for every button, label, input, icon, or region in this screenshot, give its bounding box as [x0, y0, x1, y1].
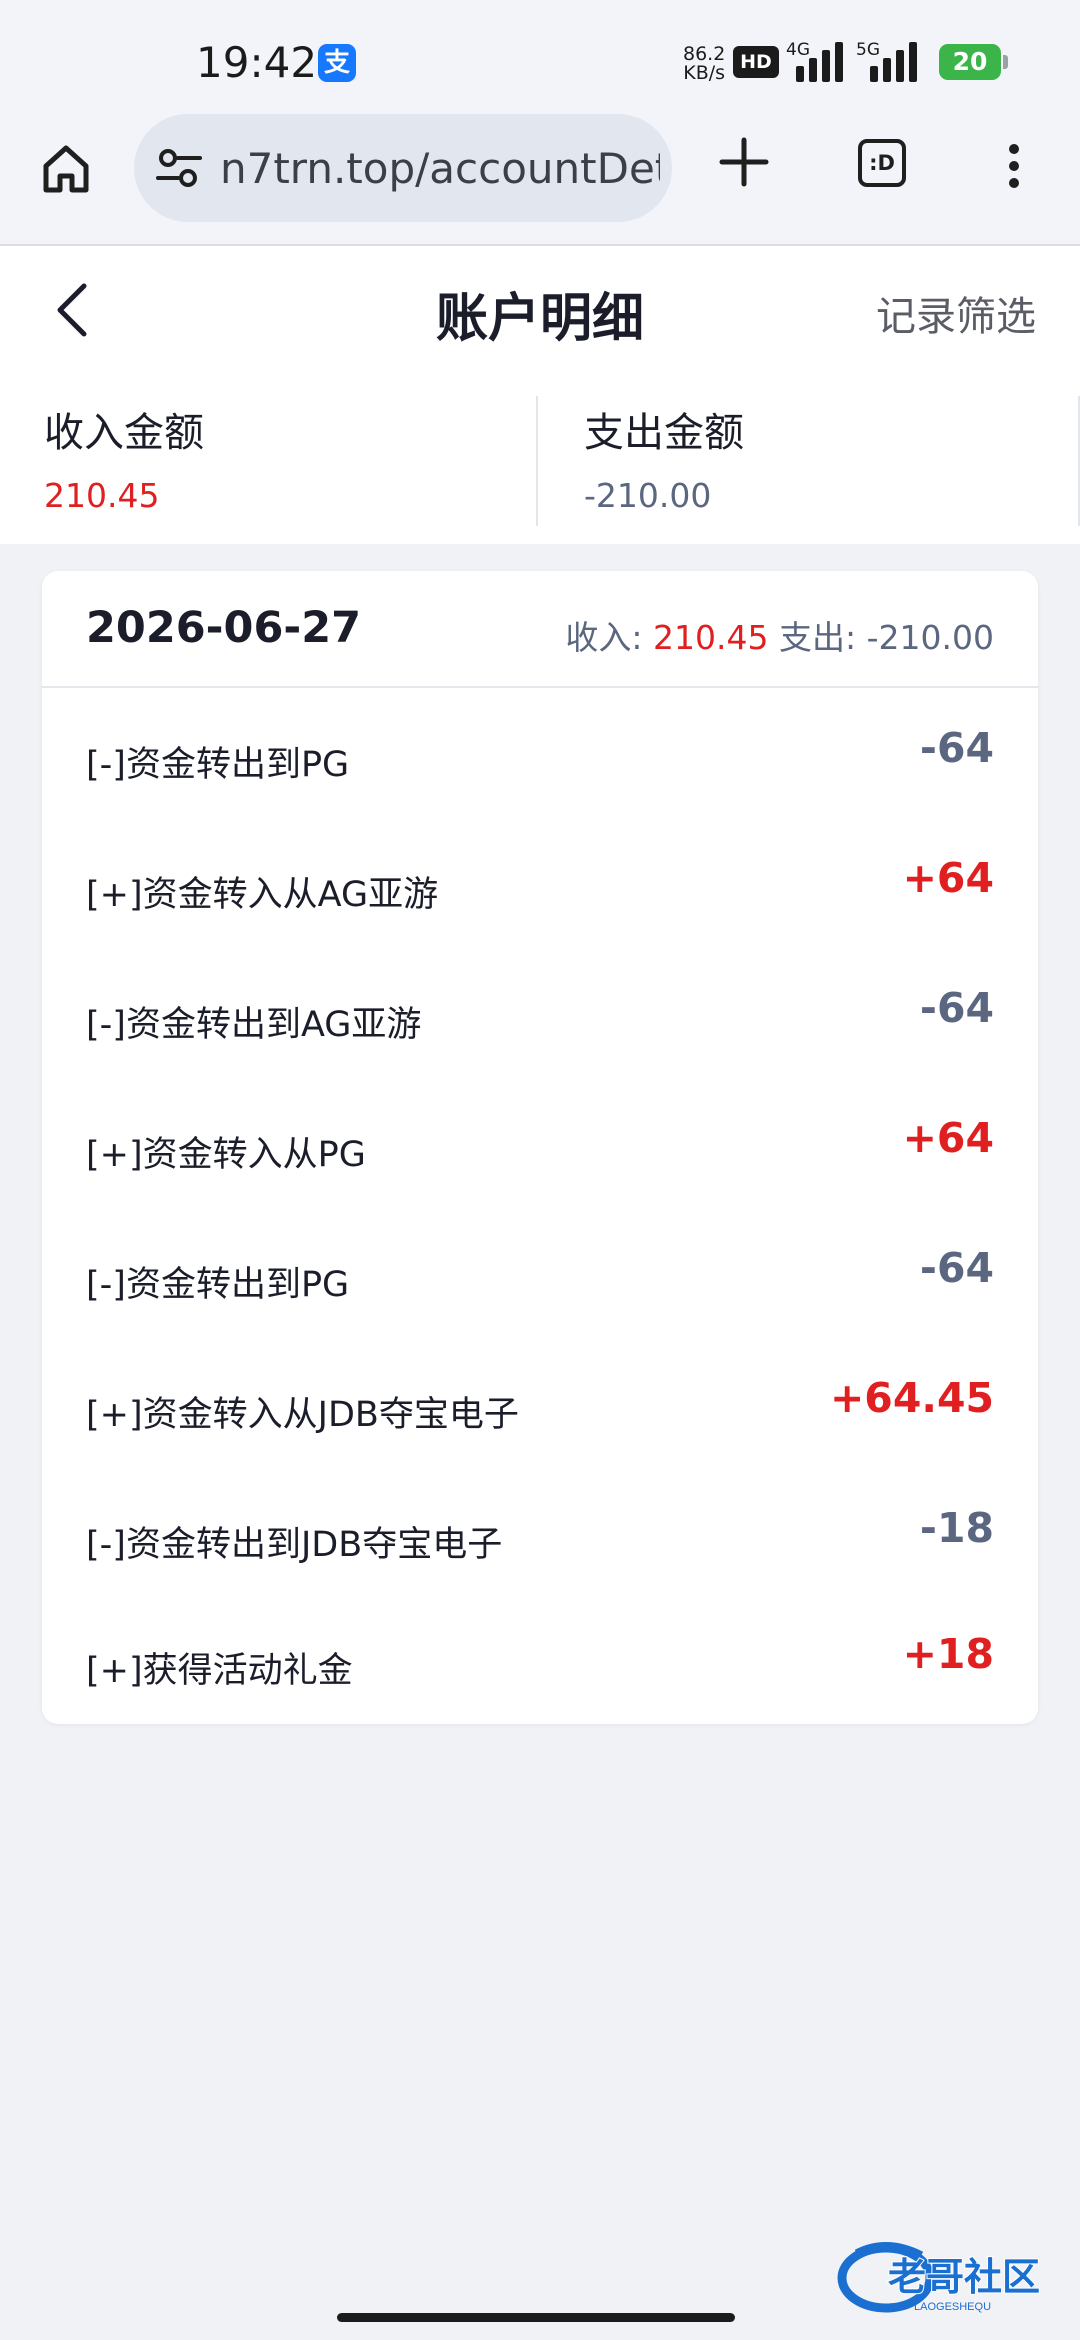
- day-expense-value: -210.00: [866, 618, 994, 657]
- expense-value: -210.00: [584, 476, 712, 515]
- income-summary: 收入金额 210.45: [0, 396, 538, 526]
- transaction-row[interactable]: [-]资金转出到AG亚游 -64: [42, 948, 1038, 1078]
- transaction-row[interactable]: [+]资金转入从AG亚游 +64: [42, 818, 1038, 948]
- transaction-row[interactable]: [+]资金转入从PG +64: [42, 1078, 1038, 1208]
- transaction-label: [+]资金转入从AG亚游: [86, 875, 439, 915]
- filter-records-button[interactable]: 记录筛选: [876, 284, 1036, 342]
- day-expense-prefix: 支出:: [778, 618, 857, 657]
- transaction-label: [+]获得活动礼金: [86, 1651, 353, 1691]
- watermark-logo: 老哥社区 LAOGESHEQU: [837, 2241, 1041, 2313]
- transaction-label: [+]资金转入从JDB夺宝电子: [86, 1395, 519, 1435]
- income-label: 收入金额: [44, 410, 204, 456]
- tab-switcher-button[interactable]: :D: [858, 139, 906, 187]
- transaction-amount: +64: [902, 854, 994, 902]
- transaction-label: [-]资金转出到JDB夺宝电子: [86, 1525, 503, 1565]
- more-menu-icon[interactable]: [1002, 142, 1026, 190]
- site-settings-icon[interactable]: [156, 146, 202, 190]
- card-header: 2026-06-27 收入: 210.45 支出: -210.00: [42, 571, 1038, 688]
- transaction-date: 2026-06-27: [86, 603, 362, 653]
- watermark-text: 老哥社区: [888, 2257, 1040, 2299]
- status-bar: 19:42 支 86.2 KB/s HD 4G 5G 20: [0, 0, 1080, 112]
- url-text[interactable]: n7trn.top/accountDetail: [220, 144, 660, 193]
- transaction-amount: -64: [919, 724, 994, 772]
- transaction-amount: +64: [902, 1114, 994, 1162]
- transaction-label: [+]资金转入从PG: [86, 1135, 366, 1175]
- gesture-navigation-bar[interactable]: [337, 2313, 735, 2322]
- transactions-card: 2026-06-27 收入: 210.45 支出: -210.00 [-]资金转…: [42, 571, 1038, 1724]
- transaction-amount: +64.45: [829, 1374, 994, 1422]
- page-header: 账户明细 记录筛选: [0, 246, 1080, 376]
- battery-tip: [1003, 55, 1008, 69]
- transaction-label: [-]资金转出到AG亚游: [86, 1005, 422, 1045]
- transaction-row[interactable]: [+]资金转入从JDB夺宝电子 +64.45: [42, 1338, 1038, 1468]
- status-time: 19:42: [196, 38, 318, 87]
- expense-summary: 支出金额 -210.00: [540, 396, 1080, 526]
- transaction-row[interactable]: [-]资金转出到PG -64: [42, 1208, 1038, 1338]
- watermark-subtext: LAOGESHEQU: [914, 2301, 991, 2313]
- network-speed-unit: KB/s: [683, 62, 726, 84]
- signal-5g-icon: [870, 42, 928, 82]
- battery-icon: 20: [939, 44, 1001, 80]
- transaction-row[interactable]: [+]获得活动礼金 +18: [42, 1594, 1038, 1724]
- expense-label: 支出金额: [584, 410, 744, 456]
- hd-voice-icon: HD: [733, 46, 779, 78]
- home-icon[interactable]: [36, 138, 96, 198]
- income-value: 210.45: [44, 476, 160, 515]
- browser-toolbar: n7trn.top/accountDetail :D: [0, 112, 1080, 246]
- transaction-amount: -64: [919, 984, 994, 1032]
- transaction-label: [-]资金转出到PG: [86, 1265, 350, 1305]
- transaction-amount: +18: [902, 1630, 994, 1678]
- day-totals: 收入: 210.45 支出: -210.00: [565, 611, 994, 659]
- transaction-row[interactable]: [-]资金转出到PG -64: [42, 688, 1038, 818]
- new-tab-icon[interactable]: [714, 132, 774, 192]
- transaction-amount: -18: [919, 1504, 994, 1552]
- transaction-row[interactable]: [-]资金转出到JDB夺宝电子 -18: [42, 1468, 1038, 1598]
- signal-4g-icon: [796, 42, 854, 82]
- url-bar[interactable]: n7trn.top/accountDetail: [134, 114, 672, 222]
- day-income-prefix: 收入:: [565, 618, 643, 657]
- alipay-icon: 支: [318, 44, 356, 82]
- transaction-amount: -64: [919, 1244, 994, 1292]
- network-speed: 86.2 KB/s: [683, 45, 725, 83]
- day-income-value: 210.45: [653, 618, 769, 657]
- transaction-label: [-]资金转出到PG: [86, 745, 350, 785]
- summary-panel: 收入金额 210.45 支出金额 -210.00: [0, 376, 1080, 544]
